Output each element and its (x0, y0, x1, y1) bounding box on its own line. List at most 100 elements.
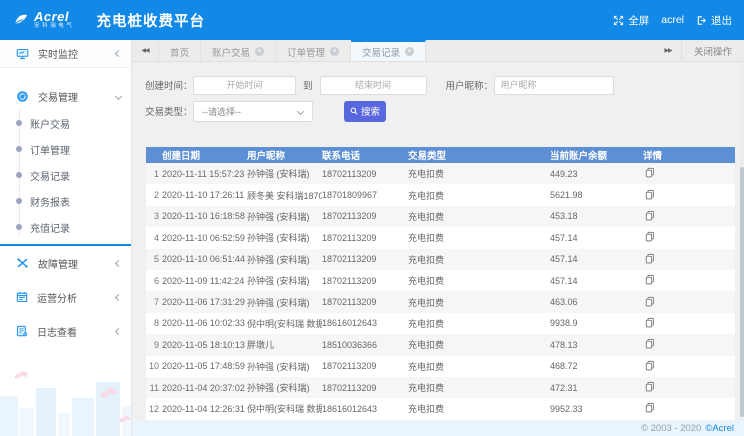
detail-copy-icon[interactable] (645, 338, 655, 349)
chevron-down-icon (297, 107, 304, 114)
transactions-icon (16, 90, 29, 103)
tabs-scroll-right-button[interactable]: ▶▶ (655, 40, 681, 61)
sidebar-item-fault-management[interactable]: 故障管理 (0, 246, 131, 280)
detail-copy-icon[interactable] (645, 296, 655, 307)
close-icon[interactable]: × (330, 47, 339, 56)
sidebar-item-label: 故障管理 (38, 256, 107, 271)
table-row: 6 2020-11-09 11:42:24 孙钟强 (安科瑞) 18702113… (146, 270, 735, 291)
transaction-type-select[interactable]: --请选择-- (193, 101, 313, 122)
chevron-down-icon (115, 92, 122, 99)
bullet-icon (16, 120, 22, 126)
table-row: 2 2020-11-10 17:26:11 顾冬美 安科瑞1870180 187… (146, 184, 735, 205)
main-content: 创建时间： 到 用户昵称： 交易类型： --请选择-- 搜索 (132, 62, 744, 420)
tab-bar: ◀◀ 首页 账户交易 × 订单管理 × 交易记录 × ▶▶ 关闭操作 (132, 40, 744, 62)
table-row: 8 2020-11-06 10:02:33 倪中明(安科瑞 数据部)18 186… (146, 313, 735, 334)
sidebar-decoration (0, 358, 131, 436)
detail-copy-icon[interactable] (645, 253, 655, 264)
app-window: Acrel 安科瑞电气 充电桩收费平台 全屏 acrel 退出 (0, 0, 744, 436)
sidebar-item-realtime-monitor[interactable]: 实时监控 (0, 40, 131, 68)
sidebar-item-log-viewer[interactable]: 日志查看 (0, 314, 131, 348)
chevron-left-icon (115, 259, 122, 266)
detail-copy-icon[interactable] (645, 381, 655, 392)
app-header: Acrel 安科瑞电气 充电桩收费平台 全屏 acrel 退出 (0, 0, 744, 40)
close-operations-button[interactable]: 关闭操作 (681, 40, 744, 61)
bullet-icon (16, 146, 22, 152)
sidebar-item-transaction-records[interactable]: 交易记录 (0, 162, 131, 188)
search-icon (350, 107, 358, 115)
nickname-input[interactable] (494, 76, 614, 95)
brand-subtitle: 安科瑞电气 (34, 24, 75, 30)
sidebar-item-label: 实时监控 (38, 46, 107, 61)
footer: © 2003 - 2020 ©Acrel (132, 420, 744, 436)
table-row: 3 2020-11-10 16:18:58 孙钟强 (安科瑞) 18702113… (146, 206, 735, 227)
chevron-left-icon (115, 50, 122, 57)
sidebar-item-label: 运营分析 (37, 290, 107, 305)
bullet-icon (16, 224, 22, 230)
table-row: 1 2020-11-11 15:57:23 孙钟强 (安科瑞) 18702113… (146, 163, 735, 184)
detail-copy-icon[interactable] (645, 210, 655, 221)
table-row: 12 2020-11-04 12:26:31 倪中明(安科瑞 数据部)18 18… (146, 398, 735, 419)
create-time-label: 创建时间： (145, 78, 193, 92)
brand-name: Acrel (34, 10, 75, 23)
table-row: 7 2020-11-06 17:31:29 孙钟强 (安科瑞) 18702113… (146, 291, 735, 312)
bullet-icon (16, 198, 22, 204)
transaction-submenu: 账户交易 订单管理 交易记录 财务报表 充值记录 (0, 110, 131, 240)
detail-copy-icon[interactable] (645, 317, 655, 328)
logout-button[interactable]: 退出 (696, 13, 732, 28)
sidebar-item-recharge-records[interactable]: 充值记录 (0, 214, 131, 240)
username[interactable]: acrel (661, 14, 684, 26)
tab-home[interactable]: 首页 (158, 40, 201, 61)
calendar-icon (16, 291, 28, 303)
tabs-scroll-left-button[interactable]: ◀◀ (132, 40, 158, 61)
table-row: 11 2020-11-04 20:37:02 孙钟强 (安科瑞) 1870211… (146, 377, 735, 398)
bullet-icon (16, 172, 22, 178)
table-header: 创建日期 用户昵称 联系电话 交易类型 当前账户余额 详情 (146, 147, 735, 163)
nickname-label: 用户昵称： (446, 78, 494, 92)
tab-order-management[interactable]: 订单管理 × (276, 40, 351, 61)
vertical-scrollbar[interactable] (740, 62, 744, 420)
detail-copy-icon[interactable] (645, 189, 655, 200)
copyright-text: © 2003 - 2020 (641, 423, 701, 434)
table-row: 5 2020-11-10 06:51:44 孙钟强 (安科瑞) 18702113… (146, 249, 735, 270)
tools-icon (16, 257, 29, 269)
detail-copy-icon[interactable] (645, 274, 655, 285)
close-icon[interactable]: × (255, 47, 264, 56)
scrollbar-thumb[interactable] (740, 167, 744, 417)
table-row: 9 2020-11-05 18:10:13 胖墩儿 18510036366 充电… (146, 334, 735, 355)
sidebar-item-operation-analysis[interactable]: 运营分析 (0, 280, 131, 314)
chevron-left-icon (115, 293, 122, 300)
transactions-table: 创建日期 用户昵称 联系电话 交易类型 当前账户余额 详情 1 2020-11-… (146, 147, 735, 420)
acrel-link[interactable]: ©Acrel (705, 423, 734, 434)
sidebar-item-account-transactions[interactable]: 账户交易 (0, 110, 131, 136)
sidebar-item-transaction-management[interactable]: 交易管理 (0, 82, 131, 110)
start-time-input[interactable] (193, 76, 296, 95)
transaction-type-label: 交易类型： (145, 104, 193, 118)
filter-panel: 创建时间： 到 用户昵称： 交易类型： --请选择-- 搜索 (132, 62, 744, 121)
detail-copy-icon[interactable] (645, 231, 655, 242)
logo-icon (13, 13, 29, 27)
detail-copy-icon[interactable] (645, 360, 655, 371)
tab-transaction-records[interactable]: 交易记录 × (351, 40, 426, 61)
fullscreen-icon (613, 15, 624, 26)
sidebar: 实时监控 交易管理 账户交易 订单管理 交易记录 (0, 40, 132, 436)
logout-icon (696, 15, 707, 26)
to-label: 到 (303, 78, 313, 92)
monitor-icon (16, 48, 29, 60)
sidebar-item-order-management[interactable]: 订单管理 (0, 136, 131, 162)
page-title: 充电桩收费平台 (97, 10, 206, 31)
table-row: 4 2020-11-10 06:52:59 孙钟强 (安科瑞) 18702113… (146, 227, 735, 248)
sidebar-item-financial-reports[interactable]: 财务报表 (0, 188, 131, 214)
table-row: 10 2020-11-05 17:48:59 孙钟强 (安科瑞) 1870211… (146, 356, 735, 377)
detail-copy-icon[interactable] (645, 167, 655, 178)
sidebar-item-label: 日志查看 (37, 324, 107, 339)
detail-copy-icon[interactable] (645, 402, 655, 413)
sidebar-item-label: 交易管理 (38, 89, 107, 104)
chevron-left-icon (115, 327, 122, 334)
search-button[interactable]: 搜索 (344, 101, 386, 122)
end-time-input[interactable] (320, 76, 427, 95)
tab-account-transactions[interactable]: 账户交易 × (201, 40, 276, 61)
fullscreen-button[interactable]: 全屏 (613, 13, 649, 28)
acrel-logo: Acrel 安科瑞电气 (13, 10, 75, 30)
close-icon[interactable]: × (405, 47, 414, 56)
log-icon (16, 325, 28, 337)
